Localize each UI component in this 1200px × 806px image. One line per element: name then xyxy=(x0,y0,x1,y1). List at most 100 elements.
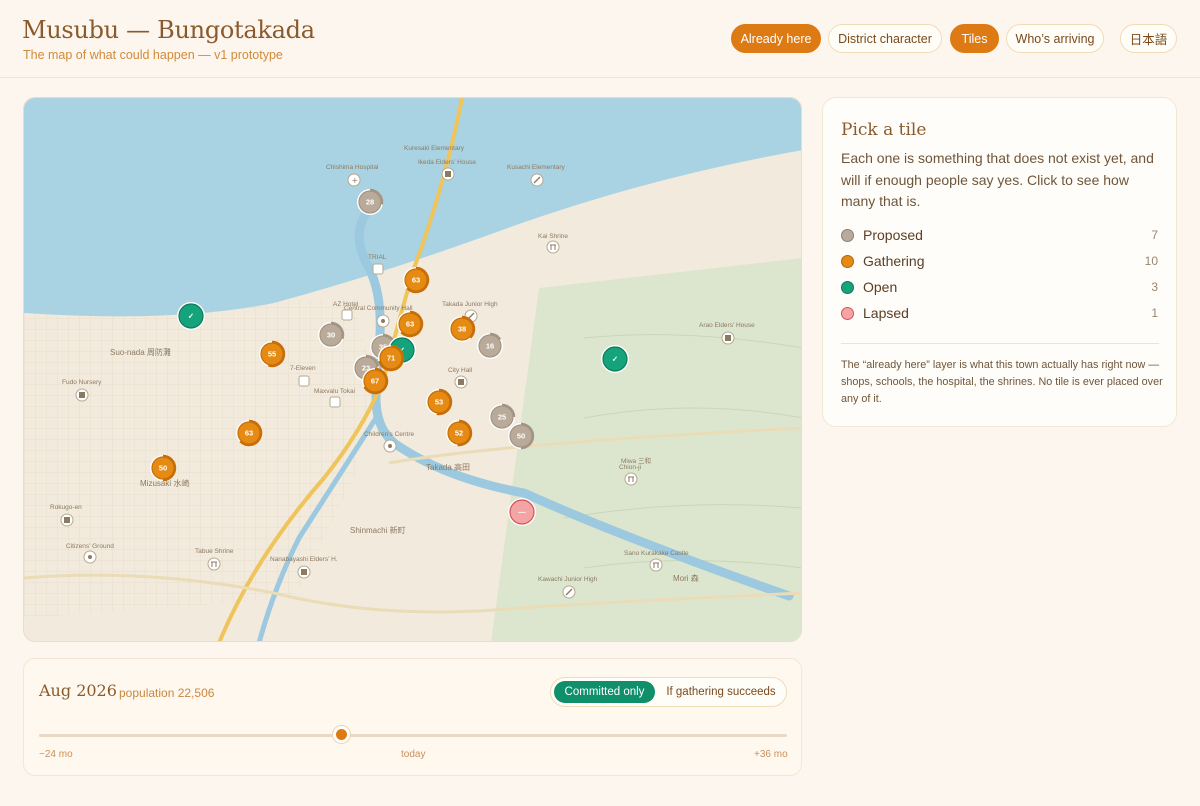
place-label: Central Community Hall xyxy=(344,305,413,312)
tile-pin-gathering[interactable]: 50 xyxy=(150,454,177,482)
timeline-slider-track[interactable] xyxy=(39,734,787,737)
park-icon[interactable] xyxy=(60,513,74,527)
shrine-icon[interactable] xyxy=(546,240,560,254)
legend-open[interactable]: Open 3 xyxy=(841,276,1158,298)
place-label: Children’s Centre xyxy=(364,431,414,438)
tile-pin-label: 71 xyxy=(387,354,395,363)
tile-pin-label: 55 xyxy=(268,350,276,359)
tile-pin-open[interactable]: ✓ xyxy=(177,302,205,330)
tile-pin-open[interactable]: ✓ xyxy=(601,345,629,373)
town-map[interactable]: Kuresaki Elementary Ikeda Elders’ House … xyxy=(23,97,802,642)
legend-gathering[interactable]: Gathering 10 xyxy=(841,250,1158,272)
tile-pin-gathering[interactable]: 63 xyxy=(236,419,263,447)
tile-pin-gathering[interactable]: 63 xyxy=(397,310,424,338)
tile-pin-label: 63 xyxy=(412,276,420,285)
committed-only-button[interactable]: Committed only xyxy=(554,681,655,703)
hospital-icon[interactable]: + xyxy=(347,173,361,187)
legend-label: Proposed xyxy=(863,227,923,243)
timeline-date: Aug 2026 xyxy=(39,681,117,700)
place-label: Arao Elders’ House xyxy=(699,322,755,329)
slider-max-label: +36 mo xyxy=(754,749,788,760)
tile-pin-proposed[interactable]: 50 xyxy=(508,422,535,450)
legend-count: 10 xyxy=(1144,254,1158,268)
elders-house-icon[interactable] xyxy=(721,331,735,345)
scenario-toggle[interactable]: Committed only If gathering succeeds xyxy=(550,677,787,707)
panel-description: Each one is something that does not exis… xyxy=(841,150,1154,209)
tile-pin-label: ✓ xyxy=(612,355,618,364)
tile-pin-label: 50 xyxy=(159,464,167,473)
legend-proposed[interactable]: Proposed 7 xyxy=(841,224,1158,246)
place-label: Nanabayashi Elders’ H. xyxy=(270,556,338,563)
place-label: Mori 森 xyxy=(673,573,699,583)
place-label: TRIAL xyxy=(368,254,387,261)
place-label: Sano Kurakake Castle xyxy=(624,550,689,557)
place-label: Ikeda Elders’ House xyxy=(418,159,476,166)
tile-pin-label: 25 xyxy=(498,413,506,422)
layer-already-here-button[interactable]: Already here xyxy=(731,24,821,53)
timeline-panel: Aug 2026 population 22,506 Committed onl… xyxy=(23,658,802,776)
legend-label: Lapsed xyxy=(863,305,909,321)
layer-tiles-button[interactable]: Tiles xyxy=(950,24,999,53)
gathering-dot-icon xyxy=(841,254,854,268)
panel-title: Pick a tile xyxy=(841,120,927,140)
tile-pin-proposed[interactable]: 28 xyxy=(357,188,384,215)
app-title: Musubu — Bungotakada xyxy=(22,16,315,44)
place-label: Chishima Hospital xyxy=(326,164,379,171)
timeline-slider-thumb[interactable] xyxy=(333,726,351,743)
tile-pin-gathering[interactable]: 53 xyxy=(426,388,453,416)
school-icon[interactable] xyxy=(530,173,544,187)
place-label: Suo-nada 周防灘 xyxy=(110,347,171,357)
place-label: Takada 高田 xyxy=(426,462,470,472)
tile-pin-gathering[interactable]: 55 xyxy=(259,340,286,368)
tile-pin-label: 38 xyxy=(458,325,466,334)
school-icon[interactable] xyxy=(441,167,455,181)
proposed-dot-icon xyxy=(841,228,854,242)
legend-count: 3 xyxy=(1151,280,1158,294)
layer-whos-arriving-button[interactable]: Who’s arriving xyxy=(1006,24,1104,53)
tile-pin-label: 53 xyxy=(435,398,443,407)
community-hall-icon[interactable] xyxy=(376,314,390,328)
tile-pin-proposed[interactable]: 30 xyxy=(318,321,345,348)
tile-pin-label: 52 xyxy=(455,429,463,438)
tile-pin-label: 50 xyxy=(517,432,525,441)
tile-pin-gathering[interactable]: 71 xyxy=(378,344,405,372)
store-icon[interactable] xyxy=(298,375,310,387)
tile-pin-gathering[interactable]: 52 xyxy=(446,419,473,447)
nursery-icon[interactable] xyxy=(75,388,89,402)
legend-lapsed[interactable]: Lapsed 1 xyxy=(841,302,1158,324)
tile-pin-label: 16 xyxy=(486,342,494,351)
ground-icon[interactable] xyxy=(83,550,97,564)
language-toggle-button[interactable]: 日本語 xyxy=(1120,24,1177,53)
elders-house-icon[interactable] xyxy=(297,565,311,579)
childrens-centre-icon[interactable] xyxy=(383,439,397,453)
legend-label: Gathering xyxy=(863,253,925,269)
place-label: 7-Eleven xyxy=(290,365,316,372)
place-label: Rokugo-en xyxy=(50,504,82,511)
map-canvas[interactable]: Kuresaki Elementary Ikeda Elders’ House … xyxy=(24,98,802,642)
tile-pin-lapsed[interactable]: — xyxy=(508,498,536,526)
lapsed-dot-icon xyxy=(841,306,854,320)
city-hall-icon[interactable] xyxy=(454,375,468,389)
tile-pin-gathering[interactable]: 38 xyxy=(449,315,476,342)
castle-icon[interactable] xyxy=(649,558,663,572)
temple-icon[interactable] xyxy=(624,472,638,486)
hotel-icon[interactable] xyxy=(341,309,353,321)
shrine-icon[interactable] xyxy=(207,557,221,571)
store-icon[interactable] xyxy=(329,396,341,408)
tile-pin-proposed[interactable]: 25 xyxy=(489,403,516,430)
app-subtitle: The map of what could happen — v1 protot… xyxy=(23,48,283,62)
legend-label: Open xyxy=(863,279,898,295)
tile-pin-gathering[interactable]: 63 xyxy=(403,266,430,294)
place-label: Shinmachi 新町 xyxy=(350,525,406,535)
tile-pin-label: 67 xyxy=(371,377,379,386)
place-label: Kai Shrine xyxy=(538,233,568,240)
store-icon[interactable] xyxy=(372,263,384,275)
if-gathering-succeeds-button[interactable]: If gathering succeeds xyxy=(661,681,781,703)
place-label: Citizens’ Ground xyxy=(66,543,114,550)
tile-pin-label: 30 xyxy=(327,331,335,340)
tile-pin-proposed[interactable]: 16 xyxy=(477,332,503,359)
tile-pin-label: 63 xyxy=(406,320,414,329)
school-icon[interactable] xyxy=(562,585,576,599)
layer-district-character-button[interactable]: District character xyxy=(828,24,942,53)
tile-pin-gathering[interactable]: 67 xyxy=(362,367,389,395)
